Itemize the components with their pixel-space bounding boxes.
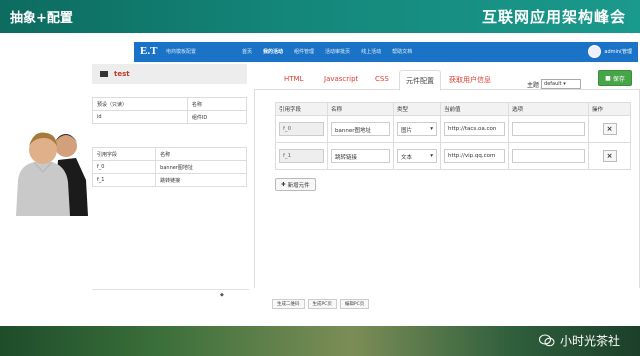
theme-value: default xyxy=(544,81,562,87)
field-input: f_0 xyxy=(279,122,324,136)
theme-selector: 主题 default ▾ xyxy=(527,79,582,89)
tab-component-config[interactable]: 元件配置 xyxy=(399,70,441,91)
generate-qrcode-button[interactable]: 生成二维码 xyxy=(272,299,305,309)
add-component-button[interactable]: ✚ 新增元件 xyxy=(275,178,316,191)
wechat-icon xyxy=(538,334,555,347)
user-name: admin(管理 xyxy=(604,49,632,55)
col-header-option: 选项 xyxy=(508,102,589,116)
col-header-value: 当前值 xyxy=(440,102,509,116)
option-input[interactable] xyxy=(512,122,585,136)
params-header-preset: 预设（只读） xyxy=(92,97,188,111)
value-input[interactable]: http://vip.qq.com xyxy=(444,149,505,163)
tab-javascript[interactable]: Javascript xyxy=(324,75,358,83)
fields-header-name: 名称 xyxy=(155,147,247,161)
theme-label: 主题 xyxy=(527,81,540,89)
table-row: f_1 跳转链接 文本 ▾ http://vip.qq.com × xyxy=(275,142,631,170)
fields-cell: f_1 xyxy=(91,173,157,187)
params-table: 预设（只读） 名称 id 组件ID xyxy=(92,97,248,124)
logo[interactable]: E.T xyxy=(140,45,157,57)
col-header-type: 类型 xyxy=(393,102,441,116)
save-icon: ■ xyxy=(605,74,611,82)
save-button[interactable]: ■ 保存 xyxy=(598,70,632,86)
nav-item-components[interactable]: 组件管理 xyxy=(294,48,314,55)
presenter-photo xyxy=(16,132,88,216)
tab-user-info[interactable]: 获取用户信息 xyxy=(449,75,491,85)
tab-html[interactable]: HTML xyxy=(284,75,303,83)
nav-item-help[interactable]: 帮助文档 xyxy=(392,48,412,55)
wechat-account-name: 小时光茶社 xyxy=(559,334,620,348)
top-nav: E.T 电商模板配置 首页 我的活动 组件管理 活动审批页 线上活动 帮助文档 … xyxy=(134,42,638,62)
nav-item-approval[interactable]: 活动审批页 xyxy=(325,48,350,55)
user-menu[interactable]: admin(管理 xyxy=(588,45,632,58)
params-header-name: 名称 xyxy=(186,97,248,111)
slide-brand: 互联网应用架构峰会 xyxy=(481,8,626,26)
field-input: f_1 xyxy=(279,149,324,163)
col-header-name: 名称 xyxy=(327,102,394,116)
type-select[interactable]: 文本 ▾ xyxy=(397,149,437,163)
nav-item-my-activities[interactable]: 我的活动 xyxy=(263,48,283,55)
params-cell: id xyxy=(92,110,188,124)
delete-button[interactable]: × xyxy=(602,123,617,135)
type-value: 文本 xyxy=(401,155,413,161)
theme-select[interactable]: default ▾ xyxy=(541,79,582,89)
nav-item-home[interactable]: 首页 xyxy=(242,48,252,55)
plus-icon: ✚ xyxy=(281,181,286,188)
name-input[interactable]: banner图地址 xyxy=(331,122,390,136)
tab-css[interactable]: CSS xyxy=(375,75,389,83)
app-window: E.T 电商模板配置 首页 我的活动 组件管理 活动审批页 线上活动 帮助文档 … xyxy=(91,42,640,322)
params-cell: 组件ID xyxy=(186,110,248,124)
fields-cell: banner图地址 xyxy=(155,160,247,174)
add-component-label: 新增元件 xyxy=(287,182,310,189)
fields-header-field: 引用字段 xyxy=(91,147,157,161)
bottom-toolbar: 生成二维码 生成PC页 编辑PC页 xyxy=(272,299,370,309)
list-icon xyxy=(100,71,108,77)
table-row: f_0 banner图地址 xyxy=(91,160,247,174)
divider xyxy=(92,289,249,290)
fields-cell: 跳转链接 xyxy=(155,173,247,187)
slide-header: 抽象+配置 互联网应用架构峰会 xyxy=(0,0,640,33)
wechat-account: 小时光茶社 xyxy=(538,332,620,349)
caret-down-icon: ▾ xyxy=(430,126,433,132)
component-title-bar: test xyxy=(92,64,247,84)
save-label: 保存 xyxy=(612,75,625,83)
fields-table: 引用字段 名称 f_0 banner图地址 f_1 跳转链接 xyxy=(91,147,247,187)
editor-tabs: HTML Javascript CSS 元件配置 获取用户信息 xyxy=(254,70,640,91)
col-header-action: 操作 xyxy=(588,102,631,116)
delete-button[interactable]: × xyxy=(602,150,617,162)
type-select[interactable]: 图片 ▾ xyxy=(397,122,437,136)
option-input[interactable] xyxy=(512,149,585,163)
table-row: f_1 跳转链接 xyxy=(91,173,247,187)
nav-item-online[interactable]: 线上活动 xyxy=(361,48,381,55)
caret-down-icon: ▾ xyxy=(430,153,433,159)
col-header-field: 引用字段 xyxy=(275,102,328,116)
name-input[interactable]: 跳转链接 xyxy=(331,149,390,163)
generate-pc-page-button[interactable]: 生成PC页 xyxy=(307,299,337,309)
component-config-table: 引用字段 名称 类型 当前值 选项 操作 f_0 banner图地址 图片 ▾ h… xyxy=(275,102,631,170)
fields-cell: f_0 xyxy=(91,160,157,174)
edit-pc-page-button[interactable]: 编辑PC页 xyxy=(339,299,370,309)
nav-menu: 首页 我的活动 组件管理 活动审批页 线上活动 帮助文档 xyxy=(242,48,412,55)
component-title: test xyxy=(114,70,130,78)
slide-footer: 小时光茶社 xyxy=(0,326,640,356)
type-value: 图片 xyxy=(401,128,413,134)
slide-title: 抽象+配置 xyxy=(10,11,73,26)
user-avatar-icon xyxy=(588,45,602,58)
value-input[interactable]: http://tacs.oa.con xyxy=(444,122,505,136)
table-row: f_0 banner图地址 图片 ▾ http://tacs.oa.con × xyxy=(275,115,631,143)
table-row: id 组件ID xyxy=(92,110,248,124)
caret-down-icon: ▾ xyxy=(563,81,566,87)
splitter-handle[interactable]: ◆ xyxy=(220,292,224,298)
logo-subtitle: 电商模板配置 xyxy=(166,49,197,55)
